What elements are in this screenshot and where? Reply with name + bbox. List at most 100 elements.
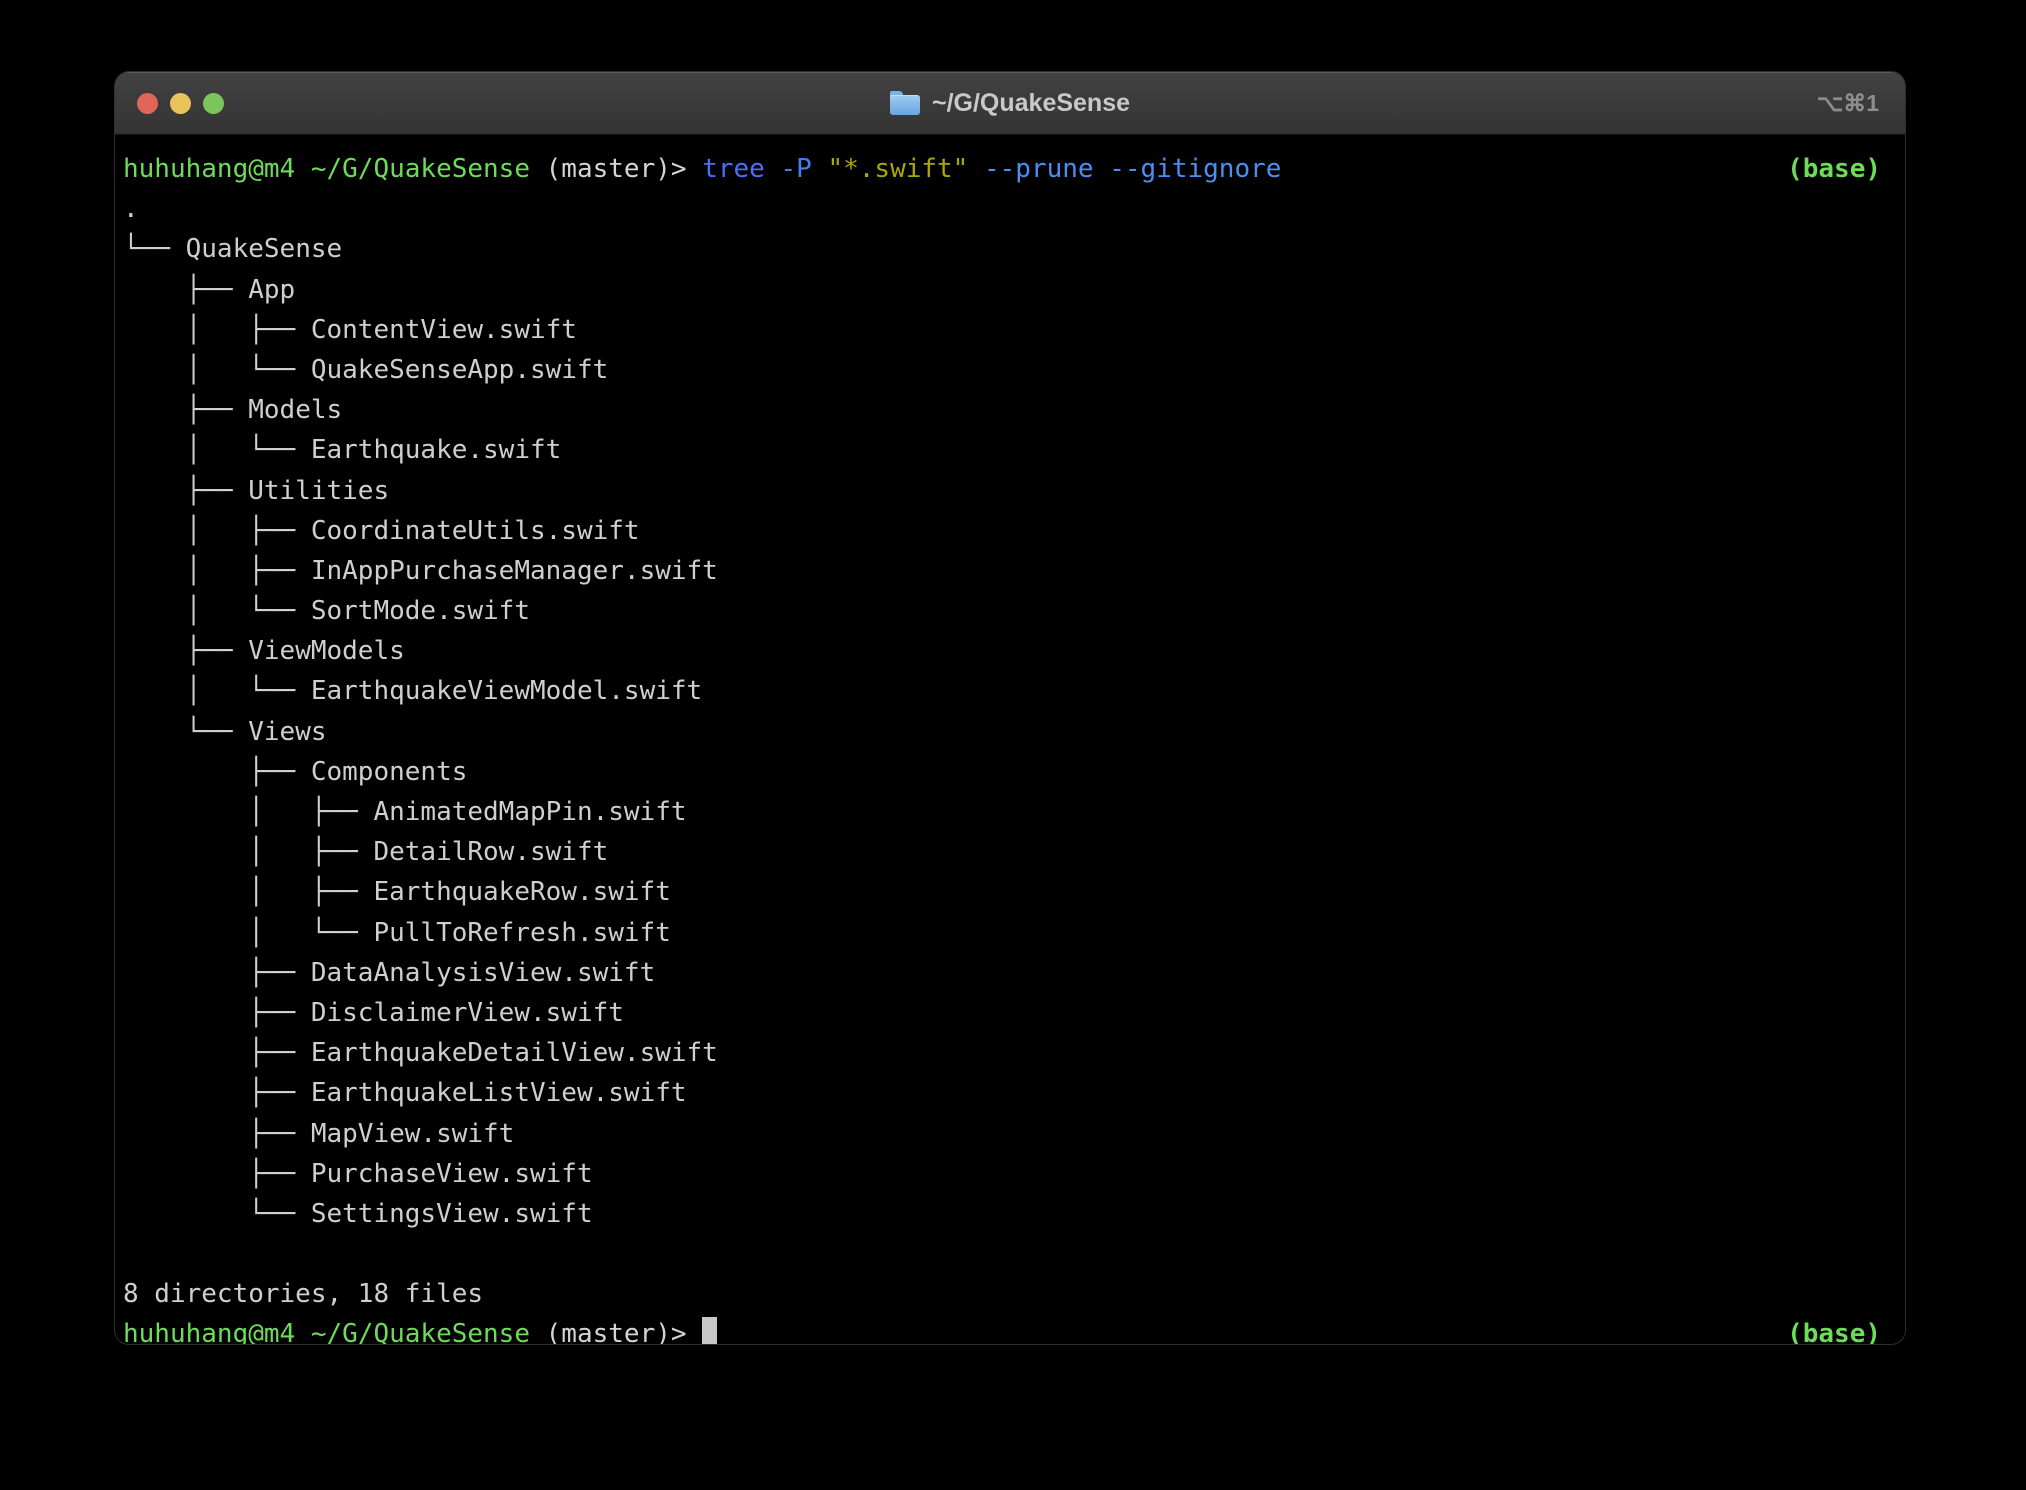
cmd-space-4 <box>1094 154 1110 184</box>
tree-branch-glyph: │ └── <box>123 354 311 385</box>
tree-branch-glyph: ├── <box>123 957 311 988</box>
tree-summary-line: 8 directories, 18 files <box>123 1279 484 1310</box>
final-space-3 <box>687 1319 703 1344</box>
tree-branch-glyph: │ ├── <box>123 797 374 827</box>
prompt-user-host: huhuhang@m4 <box>123 154 296 184</box>
env-badge-top: (base) <box>1787 154 1881 184</box>
tree-branch-glyph: └── <box>123 1198 311 1229</box>
prompt-space-2 <box>530 154 546 184</box>
tree-root-line: . <box>123 194 139 225</box>
tree-branch-glyph: └── <box>123 716 249 747</box>
tree-branch-glyph: │ ├── <box>123 314 311 345</box>
tree-entry-name: EarthquakeRow.swift <box>373 877 671 908</box>
command-opt-gitignore: --gitignore <box>1109 154 1282 184</box>
tree-row: │ ├── InAppPurchaseManager.swift <box>115 551 1905 591</box>
final-space-2 <box>530 1319 546 1344</box>
prompt-path: ~/G/QuakeSense <box>310 154 530 184</box>
terminal-window: ~/G/QuakeSense ⌥⌘1 huhuhang@m4 ~/G/Quake… <box>115 72 1905 1344</box>
tree-branch-glyph: ├── <box>123 997 311 1028</box>
tree-row: ├── PurchaseView.swift <box>115 1154 1905 1194</box>
tree-entry-name: Utilities <box>248 475 390 506</box>
traffic-lights <box>137 92 224 114</box>
window-title: ~/G/QuakeSense <box>931 88 1131 117</box>
tree-row: └── QuakeSense <box>115 229 1905 269</box>
tree-row: │ └── QuakeSenseApp.swift <box>115 350 1905 390</box>
tree-row: └── SettingsView.swift <box>115 1194 1905 1234</box>
tree-branch-glyph: ├── <box>123 756 311 787</box>
final-prompt-path: ~/G/QuakeSense <box>310 1319 530 1344</box>
command-opt-prune: --prune <box>984 154 1094 184</box>
prompt-space-3 <box>687 154 703 184</box>
text-cursor[interactable] <box>702 1317 718 1344</box>
tree-entry-name: PullToRefresh.swift <box>373 917 671 948</box>
tree-row: │ └── SortMode.swift <box>115 591 1905 631</box>
tree-row: ├── MapView.swift <box>115 1114 1905 1154</box>
cmd-space-2 <box>812 154 828 184</box>
command-pattern-string: "*.swift" <box>827 154 969 184</box>
final-prompt-line[interactable]: huhuhang@m4 ~/G/QuakeSense (master)> (ba… <box>115 1314 1905 1344</box>
tree-listing: └── QuakeSense ├── App │ ├── ContentView… <box>115 229 1905 1234</box>
tree-entry-name: App <box>248 274 296 305</box>
tree-row: │ ├── AnimatedMapPin.swift <box>115 792 1905 832</box>
tree-entry-name: EarthquakeListView.swift <box>310 1078 687 1109</box>
tree-row: ├── Components <box>115 752 1905 792</box>
tree-entry-name: ViewModels <box>248 636 405 667</box>
tree-entry-name: Earthquake.swift <box>310 435 562 466</box>
tree-row: │ ├── CoordinateUtils.swift <box>115 511 1905 551</box>
title-bar[interactable]: ~/G/QuakeSense ⌥⌘1 <box>115 72 1905 135</box>
minimize-window-button[interactable] <box>170 92 191 114</box>
tab-shortcut-label: ⌥⌘1 <box>1816 89 1879 116</box>
tree-entry-name: QuakeSenseApp.swift <box>310 354 609 385</box>
tree-entry-name: Models <box>248 395 343 426</box>
tree-row: ├── App <box>115 270 1905 310</box>
tree-entry-name: ContentView.swift <box>310 314 577 345</box>
final-space-1 <box>295 1319 311 1344</box>
tree-entry-name: CoordinateUtils.swift <box>310 515 640 546</box>
tree-entry-name: EarthquakeViewModel.swift <box>310 676 703 707</box>
tree-entry-name: EarthquakeDetailView.swift <box>310 1038 718 1069</box>
tree-row: ├── EarthquakeListView.swift <box>115 1073 1905 1113</box>
tree-branch-glyph: ├── <box>123 274 249 305</box>
cmd-space-1 <box>765 154 781 184</box>
tree-entry-name: Components <box>310 756 468 787</box>
tree-branch-glyph: │ └── <box>123 596 311 627</box>
prompt-space-1 <box>295 154 311 184</box>
cmd-space-3 <box>968 154 984 184</box>
terminal-output-area[interactable]: huhuhang@m4 ~/G/QuakeSense (master)> tre… <box>115 135 1905 1344</box>
prompt-git-branch: (master)> <box>545 154 687 184</box>
tree-entry-name: DataAnalysisView.swift <box>310 957 656 988</box>
close-window-button[interactable] <box>137 92 158 114</box>
tree-branch-glyph: ├── <box>123 1078 311 1109</box>
tree-row: ├── Models <box>115 390 1905 430</box>
env-badge-bottom: (base) <box>1787 1319 1881 1344</box>
tree-branch-glyph: ├── <box>123 1118 311 1149</box>
tree-branch-glyph: ├── <box>123 636 249 667</box>
tree-entry-name: DetailRow.swift <box>373 837 609 868</box>
tree-branch-glyph: │ ├── <box>123 555 311 586</box>
tree-branch-glyph: │ ├── <box>123 515 311 546</box>
tree-branch-glyph: ├── <box>123 475 249 506</box>
command-prompt-line: huhuhang@m4 ~/G/QuakeSense (master)> tre… <box>115 149 1905 189</box>
tree-entry-name: DisclaimerView.swift <box>310 997 624 1028</box>
tree-branch-glyph: ├── <box>123 1158 311 1189</box>
tree-row: └── Views <box>115 712 1905 752</box>
tree-row: │ └── EarthquakeViewModel.swift <box>115 671 1905 711</box>
tree-entry-name: Views <box>248 716 327 747</box>
command-name: tree <box>702 154 765 184</box>
tree-branch-glyph: │ └── <box>123 435 311 466</box>
tree-row: ├── DisclaimerView.swift <box>115 993 1905 1033</box>
folder-icon <box>889 91 920 115</box>
zoom-window-button[interactable] <box>203 92 224 114</box>
tree-branch-glyph: ├── <box>123 1038 311 1069</box>
tree-entry-name: QuakeSense <box>185 234 343 265</box>
tree-entry-name: PurchaseView.swift <box>310 1158 593 1189</box>
tree-branch-glyph: │ └── <box>123 676 311 707</box>
tree-branch-glyph: ├── <box>123 395 249 426</box>
tree-row: ├── Utilities <box>115 471 1905 511</box>
tree-branch-glyph: │ ├── <box>123 837 374 868</box>
command-flag-pattern: -P <box>780 154 812 184</box>
tree-entry-name: InAppPurchaseManager.swift <box>310 555 718 586</box>
final-prompt-user-host: huhuhang@m4 <box>123 1319 296 1344</box>
tree-row: │ ├── DetailRow.swift <box>115 832 1905 872</box>
